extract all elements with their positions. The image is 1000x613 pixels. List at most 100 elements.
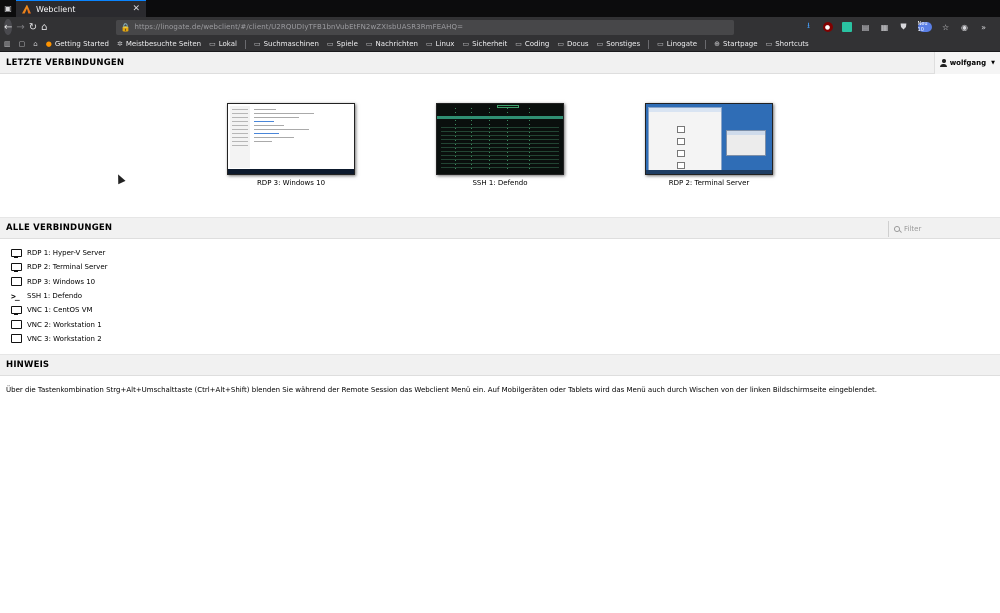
list-item[interactable]: RDP 3: Windows 10 xyxy=(11,275,1000,289)
tab-title: Webclient xyxy=(36,4,76,14)
bookmark-most-visited[interactable]: ✲ Meistbesuchte Seiten xyxy=(117,40,201,48)
bookmark-label: Suchmaschinen xyxy=(263,40,319,48)
gear-icon: ✲ xyxy=(116,40,123,48)
overflow-icon[interactable]: » xyxy=(979,22,989,32)
reload-icon[interactable]: ↻ xyxy=(29,20,37,34)
tab-list-icon[interactable]: ▣ xyxy=(0,0,16,17)
bookmark-sicherheit[interactable]: ▭ Sicherheit xyxy=(462,40,507,48)
bookmark-docus[interactable]: ▭ Docus xyxy=(557,40,588,48)
windows-desktop-thumbnail[interactable] xyxy=(227,103,355,175)
folder-icon: ▭ xyxy=(657,40,664,48)
bookmark-label: Sicherheit xyxy=(472,40,508,48)
bookmark-screenshot[interactable]: ▢ xyxy=(19,40,26,48)
bookmark-separator xyxy=(648,39,650,49)
extension-green-icon[interactable] xyxy=(841,22,852,32)
close-icon[interactable]: ✕ xyxy=(132,4,140,14)
folder-icon: ▭ xyxy=(365,40,373,48)
bookmark-nachrichten[interactable]: ▭ Nachrichten xyxy=(366,40,418,48)
browser-window: ▣ Webclient ✕ ← → ↻ ⌂ 🔒 https://linogate… xyxy=(0,0,1000,613)
bookmark-spiele[interactable]: ▭ Spiele xyxy=(327,40,358,48)
folder-icon: ▭ xyxy=(596,40,604,48)
folder-icon: ▭ xyxy=(425,40,433,48)
server-desktop-thumbnail[interactable] xyxy=(645,103,773,175)
url-text: https://linogate.de/webclient/#/client/U… xyxy=(134,23,464,31)
extension-toolbar: ⭳ ● ▤ ▦ ⛊ Neu 10 ☆ ◉ » ≡ xyxy=(804,21,1000,33)
bookmark-label: Startpage xyxy=(722,40,758,48)
download-icon[interactable]: ⭳ xyxy=(804,21,814,32)
bookmark-label: Linux xyxy=(435,40,455,48)
back-arrow-icon[interactable]: ← xyxy=(4,19,13,35)
connection-label: VNC 3: Workstation 2 xyxy=(27,334,102,343)
monitor-icon xyxy=(11,320,22,330)
bookmark-getting-started[interactable]: ● Getting Started xyxy=(46,40,109,48)
globe-icon: ⊕ xyxy=(714,40,720,48)
list-item[interactable]: VNC 1: CentOS VM xyxy=(11,303,1000,317)
list-item[interactable]: RDP 2: Terminal Server xyxy=(11,260,1000,274)
recent-connection-rdp2[interactable]: RDP 2: Terminal Server xyxy=(645,103,773,187)
monitor-icon xyxy=(11,262,22,272)
bookmark-suchmaschinen[interactable]: ▭ Suchmaschinen xyxy=(254,40,319,48)
monitor-icon xyxy=(11,248,22,258)
thumbnail-label: SSH 1: Defendo xyxy=(472,179,528,187)
bookmark-shortcuts[interactable]: ▭ Shortcuts xyxy=(766,40,809,48)
taskbar-preview xyxy=(228,169,354,174)
folder-icon: ▭ xyxy=(462,40,470,48)
grid-icon[interactable]: ▦ xyxy=(880,22,890,32)
bookmark-label: Lokal xyxy=(218,40,237,48)
reader-icon[interactable]: ▤ xyxy=(861,22,871,32)
user-menu[interactable]: wolfgang ▼ xyxy=(934,52,1000,74)
forward-arrow-icon[interactable]: → xyxy=(16,20,24,34)
ublock-icon[interactable]: ● xyxy=(822,22,833,32)
list-item[interactable]: VNC 2: Workstation 1 xyxy=(11,317,1000,331)
firefox-icon: ● xyxy=(45,40,52,48)
user-icon xyxy=(940,59,947,67)
dialog-window-preview xyxy=(726,130,766,156)
filter-placeholder: Filter xyxy=(904,225,922,233)
bookmark-linogate[interactable]: ▭ Linogate xyxy=(657,40,697,48)
bookmark-sonstiges[interactable]: ▭ Sonstiges xyxy=(597,40,641,48)
recent-connections: RDP 3: Windows 10 SSH 1: Defendo RDP 2: … xyxy=(0,74,1000,217)
bookmark-separator xyxy=(705,39,707,49)
terminal-thumbnail[interactable] xyxy=(436,103,564,175)
bookmark-lokal[interactable]: ▭ Lokal xyxy=(209,40,237,48)
list-item[interactable]: >_ SSH 1: Defendo xyxy=(11,289,1000,303)
terminal-rows-preview xyxy=(441,124,559,170)
list-item[interactable]: VNC 3: Workstation 2 xyxy=(11,332,1000,346)
recent-connection-ssh1[interactable]: SSH 1: Defendo xyxy=(436,103,564,187)
connection-label: RDP 1: Hyper-V Server xyxy=(27,249,106,258)
bookmark-linux[interactable]: ▭ Linux xyxy=(426,40,455,48)
recent-connection-rdp3[interactable]: RDP 3: Windows 10 xyxy=(227,103,355,187)
bookmark-library[interactable]: ▥ xyxy=(4,40,11,48)
shield-icon[interactable]: ⛊ xyxy=(899,22,909,32)
bookmark-startpage[interactable]: ⊕ Startpage xyxy=(714,40,757,48)
thumbnail-label: RDP 2: Terminal Server xyxy=(668,179,750,187)
thumbnail-label: RDP 3: Windows 10 xyxy=(256,179,326,187)
connection-label: VNC 1: CentOS VM xyxy=(27,306,93,315)
address-bar[interactable]: 🔒 https://linogate.de/webclient/#/client… xyxy=(115,19,734,35)
monitor-icon xyxy=(11,277,22,287)
bookmark-coding[interactable]: ▭ Coding xyxy=(515,40,549,48)
tab-webclient[interactable]: Webclient ✕ xyxy=(16,0,146,17)
bookmarks-bar: ▥ ▢ ⌂ ● Getting Started ✲ Meistbesuchte Se… xyxy=(0,37,1000,52)
badge-extension-icon[interactable]: Neu 10 xyxy=(917,21,932,33)
bookmark-label: Getting Started xyxy=(54,40,109,48)
account-icon[interactable]: ◉ xyxy=(960,22,970,32)
folder-icon: ▭ xyxy=(557,40,564,48)
settings-sidebar-preview xyxy=(230,106,250,168)
connection-list: RDP 1: Hyper-V Server RDP 2: Terminal Se… xyxy=(0,239,1000,354)
filter-input[interactable]: Filter xyxy=(888,221,994,237)
bookmark-label: Coding xyxy=(524,40,550,48)
folder-icon: ▭ xyxy=(326,40,334,48)
folder-icon: ▭ xyxy=(515,40,522,48)
monitor-icon xyxy=(11,305,22,315)
bookmark-label: Spiele xyxy=(336,40,358,48)
list-item[interactable]: RDP 1: Hyper-V Server xyxy=(11,246,1000,260)
explorer-window-preview xyxy=(648,107,722,171)
bookmark-label: Shortcuts xyxy=(775,40,809,48)
taskbar-preview xyxy=(646,170,772,174)
home-icon[interactable]: ⌂ xyxy=(41,20,47,34)
folder-icon: ▭ xyxy=(253,40,261,48)
bookmark-label: Docus xyxy=(566,40,589,48)
bookmark-home[interactable]: ⌂ xyxy=(33,40,37,48)
bookmark-star-icon[interactable]: ☆ xyxy=(941,22,951,32)
